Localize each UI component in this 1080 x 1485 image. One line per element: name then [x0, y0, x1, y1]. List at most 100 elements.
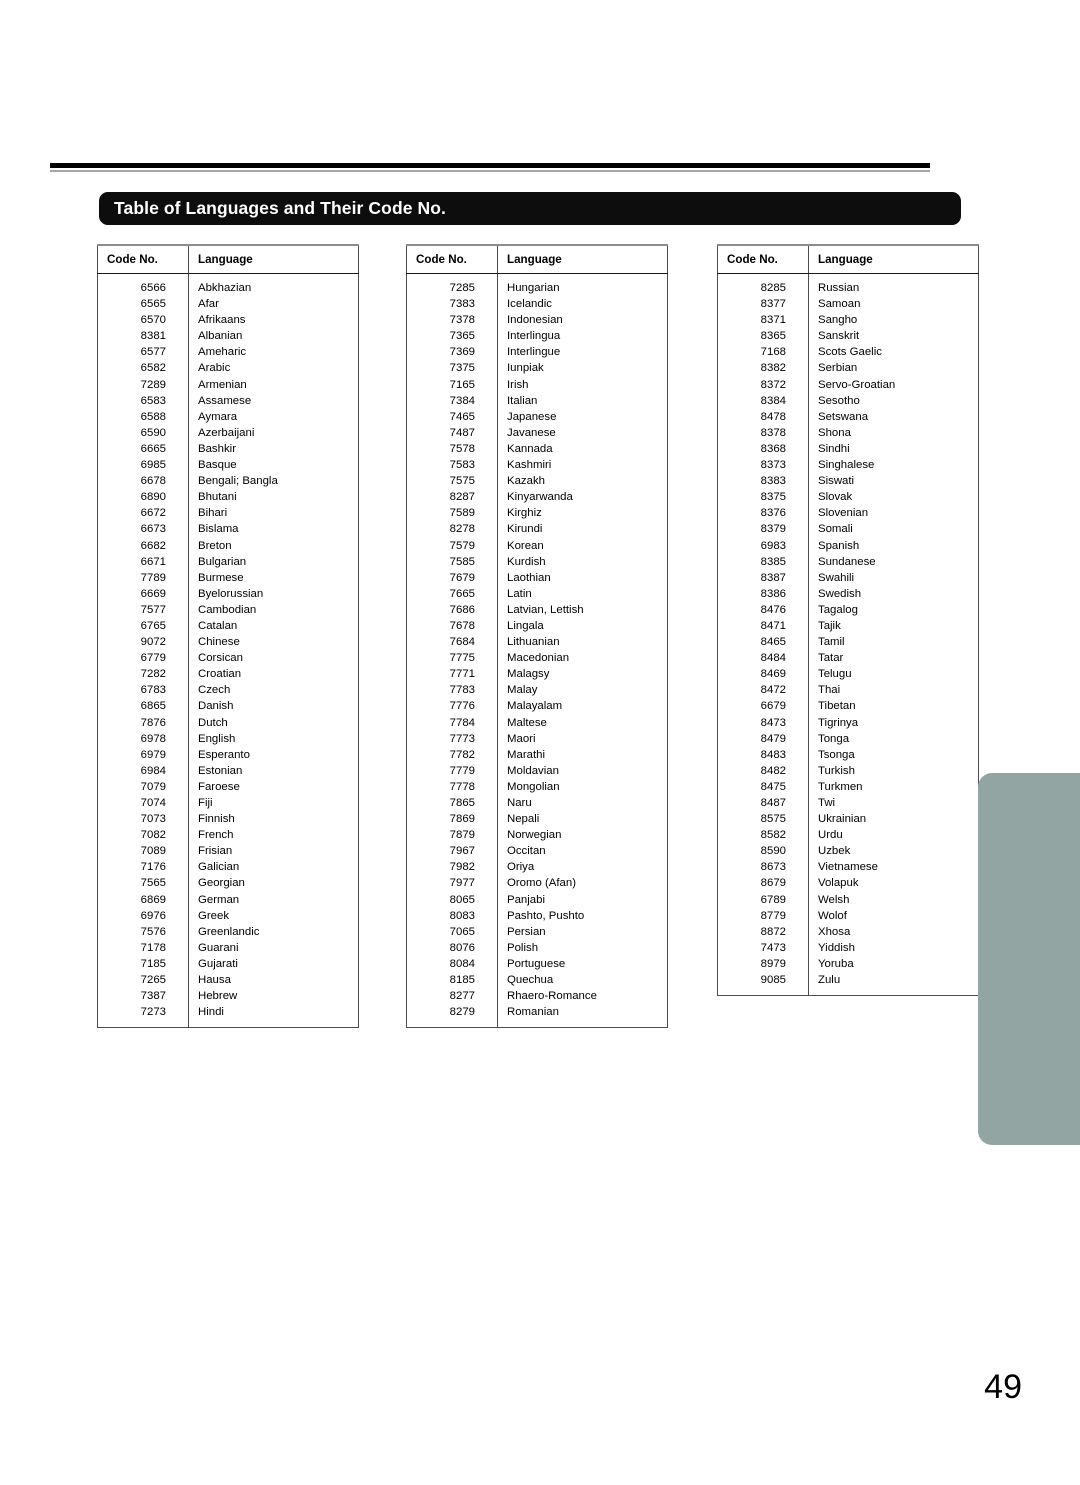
table-row: 7487 Javanese	[406, 424, 668, 441]
table-row: 7168 Scots Gaelic	[717, 344, 979, 361]
table-row: 7684 Lithuanian	[406, 634, 668, 651]
code-no-cell: 7365	[406, 328, 498, 345]
language-cell: Macedonian	[507, 652, 570, 665]
language-cell: Latin	[507, 587, 532, 600]
table-row: 7967 Occitan	[406, 843, 668, 860]
code-no-cell: 7378	[406, 312, 498, 329]
page-side-tab	[978, 773, 1080, 1145]
code-no-cell: 8365	[717, 328, 809, 345]
language-cell: Scots Gaelic	[818, 346, 882, 359]
language-cell: Afar	[198, 298, 219, 311]
language-cell: Tajik	[818, 619, 841, 632]
language-cell: Swahili	[818, 571, 855, 584]
code-no-cell: 6779	[97, 650, 189, 667]
table-row: 6869 German	[97, 891, 359, 908]
code-no-cell: 7178	[97, 939, 189, 956]
language-cell: Oromo (Afan)	[507, 877, 576, 890]
code-no-cell: 7773	[406, 730, 498, 747]
code-no-cell: 8476	[717, 601, 809, 618]
table-row: 8471 Tajik	[717, 617, 979, 635]
table-row: 8479 Tonga	[717, 730, 979, 747]
language-cell: Javanese	[507, 426, 556, 439]
table-row: 7789 Burmese	[97, 569, 359, 586]
table-row: 7982 Oriya	[406, 859, 668, 876]
language-cell: Spanish	[818, 539, 860, 552]
language-cell: Kurdish	[507, 555, 546, 568]
table-row: 8371 Sangho	[717, 312, 979, 329]
language-cell: Welsh	[818, 893, 850, 906]
language-cell: Irish	[507, 378, 529, 391]
table-body-3: 8285 Russian 8377 Samoan 8371 Sangho 8365 Sansk…	[717, 273, 979, 996]
table-row: 6890 Bhutani	[97, 489, 359, 506]
code-no-cell: 6588	[97, 408, 189, 425]
language-cell: Xhosa	[818, 925, 851, 938]
table-row: 7589 Kirghiz	[406, 505, 668, 522]
code-no-cell: 8375	[717, 489, 809, 506]
code-no-cell: 6789	[717, 891, 809, 908]
code-no-cell: 9085	[717, 972, 809, 989]
table-row: 8365 Sanskrit	[717, 328, 979, 345]
language-cell: Tamil	[818, 636, 845, 649]
table-row: 6678 Bengali; Bangla	[97, 473, 359, 490]
language-cell: Kirghiz	[507, 507, 542, 520]
table-row: 7879 Norwegian	[406, 827, 668, 844]
language-cell: Shona	[818, 426, 851, 439]
table-row: 8385 Sundanese	[717, 553, 979, 570]
code-no-cell: 7879	[406, 827, 498, 844]
table-row: 7473 Yiddish	[717, 939, 979, 956]
header-code-no: Code No.	[406, 244, 498, 274]
table-header-row: Code No. Language	[97, 244, 359, 274]
table-row: 7282 Croatian	[97, 666, 359, 683]
table-row: 8379 Somali	[717, 521, 979, 538]
code-no-cell: 7387	[97, 988, 189, 1005]
code-no-cell: 7185	[97, 955, 189, 973]
language-cell: Faroese	[198, 780, 240, 793]
table-row: 8377 Samoan	[717, 296, 979, 313]
language-cell: Kannada	[507, 442, 553, 455]
table-row: 8473 Tigrinya	[717, 714, 979, 731]
table-row: 8484 Tatar	[717, 650, 979, 667]
table-column-3: Code No. Language 8285 Russian 8377 Samoan 8…	[717, 244, 979, 996]
code-no-cell: 8386	[717, 585, 809, 602]
code-no-cell: 7678	[406, 617, 498, 635]
language-cell: Naru	[507, 797, 532, 809]
table-row: 8376 Slovenian	[717, 505, 979, 522]
page-number: 49	[984, 1368, 1022, 1406]
code-no-cell: 8371	[717, 312, 809, 329]
language-cell: Tagalog	[818, 603, 858, 616]
table-row: 7679 Laothian	[406, 569, 668, 586]
table-row: 9072 Chinese	[97, 634, 359, 651]
code-no-cell: 6979	[97, 746, 189, 763]
table-row: 7185 Gujarati	[97, 955, 359, 973]
code-no-cell: 7967	[406, 843, 498, 860]
language-cell: Interlingua	[507, 330, 561, 343]
language-cell: Tsonga	[818, 748, 855, 761]
table-row: 7775 Macedonian	[406, 650, 668, 667]
table-row: 7576 Greenlandic	[97, 923, 359, 940]
table-row: 8076 Polish	[406, 939, 668, 956]
table-row: 8469 Telugu	[717, 666, 979, 683]
table-row: 6566 Abkhazian	[97, 280, 359, 297]
language-cell: Esperanto	[198, 748, 250, 761]
language-table-1: Code No. Language 6566 Abkhazian 6565 Afar 6…	[97, 244, 359, 1028]
code-no-cell: 6665	[97, 440, 189, 458]
code-no-cell: 8278	[406, 521, 498, 538]
language-cell: Basque	[198, 459, 237, 472]
language-cell: Sindhi	[818, 442, 850, 455]
table-row: 6582 Arabic	[97, 360, 359, 377]
language-cell: Greenlandic	[198, 925, 260, 938]
code-no-cell: 7265	[97, 972, 189, 989]
code-no-cell: 8376	[717, 505, 809, 522]
language-cell: Hausa	[198, 974, 231, 987]
code-no-cell: 7065	[406, 923, 498, 940]
code-no-cell: 8076	[406, 939, 498, 956]
code-no-cell: 6678	[97, 473, 189, 490]
language-cell: Finnish	[198, 813, 235, 826]
language-cell: Zulu	[818, 974, 841, 987]
language-cell: Hebrew	[198, 990, 238, 1003]
table-row: 7579 Korean	[406, 537, 668, 554]
language-cell: Kazakh	[507, 475, 545, 488]
language-cell: Rhaero-Romance	[507, 990, 597, 1003]
code-no-cell: 8482	[717, 762, 809, 779]
table-column-1: Code No. Language 6566 Abkhazian 6565 Afar 6…	[97, 244, 359, 1028]
